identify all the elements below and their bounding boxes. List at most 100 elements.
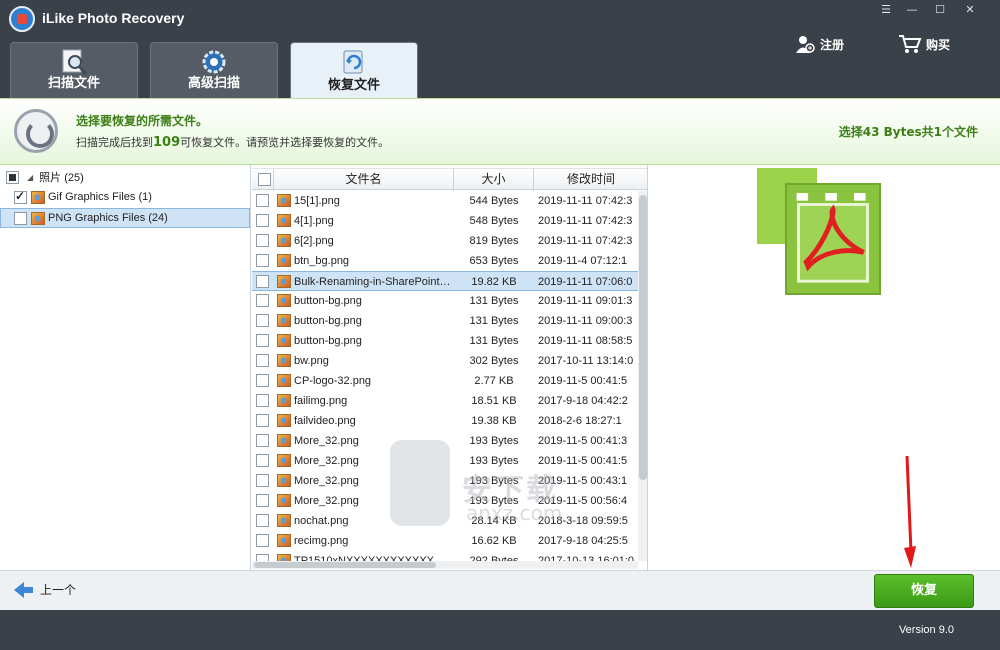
- row-checkbox[interactable]: [256, 534, 269, 547]
- file-name: 15[1].png: [294, 195, 340, 207]
- scroll-thumb[interactable]: [254, 562, 436, 568]
- header-select-all[interactable]: [252, 169, 274, 191]
- watermark-subtext: anxz.com: [466, 501, 563, 525]
- png-checkbox[interactable]: [14, 211, 27, 225]
- image-file-icon: [277, 354, 291, 367]
- table-row[interactable]: button-bg.png 131 Bytes 2019-11-11 09:01:3: [252, 291, 638, 311]
- table-row[interactable]: failimg.png 18.51 KB 2017-9-18 04:42:2: [252, 391, 638, 411]
- table-row[interactable]: bw.png 302 Bytes 2017-10-11 13:14:0: [252, 351, 638, 371]
- table-row[interactable]: failvideo.png 19.38 KB 2018-2-6 18:27:1: [252, 411, 638, 431]
- file-name: button-bg.png: [294, 315, 362, 327]
- column-modified[interactable]: 修改时间: [534, 169, 647, 191]
- table-row[interactable]: CP-logo-32.png 2.77 KB 2019-11-5 00:41:5: [252, 371, 638, 391]
- horizontal-scrollbar[interactable]: [252, 561, 638, 569]
- file-modified: 2017-10-11 13:14:0: [538, 355, 634, 367]
- tab-advanced-scan[interactable]: 高级扫描: [150, 42, 278, 98]
- row-checkbox[interactable]: [256, 294, 269, 307]
- select-all-checkbox[interactable]: [258, 173, 271, 186]
- table-row[interactable]: 15[1].png 544 Bytes 2019-11-11 07:42:3: [252, 191, 638, 211]
- info-banner: 选择要恢复的所需文件。 扫描完成后找到109可恢复文件。请预览并选择要恢复的文件…: [0, 98, 1000, 165]
- list-header: 文件名 大小 修改时间: [252, 168, 647, 191]
- image-file-icon: [277, 394, 291, 407]
- image-file-icon: [277, 334, 291, 347]
- root-checkbox[interactable]: [6, 170, 19, 184]
- file-name: failvideo.png: [294, 415, 356, 427]
- image-file-icon: [277, 534, 291, 547]
- file-size: 819 Bytes: [469, 235, 519, 247]
- status-bar: Version 9.0: [0, 610, 1000, 650]
- row-checkbox[interactable]: [256, 354, 269, 367]
- file-name: btn_bg.png: [294, 255, 350, 267]
- row-checkbox[interactable]: [256, 314, 269, 327]
- vertical-scrollbar[interactable]: [638, 191, 647, 561]
- version-label: Version 9.0: [898, 624, 954, 636]
- row-checkbox[interactable]: [256, 254, 269, 267]
- register-button[interactable]: 注册: [794, 33, 844, 55]
- file-name: CP-logo-32.png: [294, 375, 372, 387]
- banner-subtext: 扫描完成后找到109可恢复文件。请预览并选择要恢复的文件。: [76, 134, 389, 150]
- row-checkbox[interactable]: [256, 514, 269, 527]
- table-row[interactable]: Bulk-Renaming-in-SharePoint-... 19.82 KB 2…: [252, 271, 638, 291]
- tab-label: 高级扫描: [187, 76, 240, 91]
- pdf-preview-icon: [785, 183, 881, 295]
- file-size: 653 Bytes: [469, 255, 519, 267]
- buy-button[interactable]: 购买: [898, 33, 950, 55]
- file-modified: 2017-9-18 04:25:5: [538, 535, 628, 547]
- close-icon[interactable]: ✕: [960, 2, 980, 18]
- collapse-triangle-icon[interactable]: ◢: [27, 173, 33, 182]
- row-checkbox[interactable]: [256, 494, 269, 507]
- image-file-icon: [277, 254, 291, 267]
- column-name[interactable]: 文件名: [274, 169, 454, 191]
- table-row[interactable]: 4[1].png 548 Bytes 2019-11-11 07:42:3: [252, 211, 638, 231]
- table-row[interactable]: button-bg.png 131 Bytes 2019-11-11 08:58:5: [252, 331, 638, 351]
- file-size: 548 Bytes: [469, 215, 519, 227]
- gif-checkbox[interactable]: [14, 189, 27, 204]
- row-checkbox[interactable]: [256, 474, 269, 487]
- image-file-icon: [277, 454, 291, 467]
- tree-root-label: 照片 (25): [39, 172, 84, 184]
- scroll-thumb[interactable]: [639, 195, 647, 480]
- row-checkbox[interactable]: [256, 275, 269, 288]
- table-row[interactable]: button-bg.png 131 Bytes 2019-11-11 09:00:3: [252, 311, 638, 331]
- recover-icon: [343, 50, 363, 74]
- tree-root-photos[interactable]: ◢ 照片 (25): [0, 167, 250, 187]
- cart-icon: [899, 35, 922, 53]
- row-checkbox[interactable]: [256, 214, 269, 227]
- tree-item-png[interactable]: PNG Graphics Files (24): [0, 208, 250, 228]
- row-checkbox[interactable]: [256, 434, 269, 447]
- file-name: 6[2].png: [294, 235, 334, 247]
- file-size: 16.62 KB: [471, 535, 517, 547]
- back-button[interactable]: 上一个: [14, 581, 76, 598]
- table-row[interactable]: recimg.png 16.62 KB 2017-9-18 04:25:5: [252, 531, 638, 551]
- row-checkbox[interactable]: [256, 234, 269, 247]
- minimize-icon[interactable]: —: [902, 2, 922, 18]
- column-size[interactable]: 大小: [454, 169, 534, 191]
- row-checkbox[interactable]: [256, 454, 269, 467]
- file-modified: 2019-11-11 07:42:3: [538, 235, 633, 247]
- row-checkbox[interactable]: [256, 414, 269, 427]
- tab-scan-files[interactable]: 扫描文件: [10, 42, 138, 98]
- table-row[interactable]: btn_bg.png 653 Bytes 2019-11-4 07:12:1: [252, 251, 638, 271]
- file-modified: 2019-11-11 09:01:3: [538, 295, 633, 307]
- row-checkbox[interactable]: [256, 394, 269, 407]
- menu-icon[interactable]: ☰: [876, 2, 896, 18]
- row-checkbox[interactable]: [256, 194, 269, 207]
- banner-sub-suffix: 可恢复文件。请预览并选择要恢复的文件。: [180, 136, 390, 149]
- row-checkbox[interactable]: [256, 334, 269, 347]
- found-count: 109: [153, 135, 181, 150]
- file-name: failimg.png: [294, 395, 348, 407]
- maximize-icon[interactable]: ☐: [930, 2, 950, 18]
- file-modified: 2019-11-11 07:06:0: [538, 276, 633, 288]
- file-size: 18.51 KB: [471, 395, 517, 407]
- file-size: 2.77 KB: [474, 375, 514, 387]
- image-file-icon: [277, 294, 291, 307]
- file-modified: 2018-2-6 18:27:1: [538, 415, 622, 427]
- table-row[interactable]: 6[2].png 819 Bytes 2019-11-11 07:42:3: [252, 231, 638, 251]
- preview-pane: [649, 165, 1000, 570]
- row-checkbox[interactable]: [256, 374, 269, 387]
- file-size: 302 Bytes: [469, 355, 519, 367]
- recover-button[interactable]: 恢复: [874, 574, 974, 608]
- tab-recover-files[interactable]: 恢复文件: [290, 42, 418, 100]
- file-name: 4[1].png: [294, 215, 334, 227]
- tree-item-gif[interactable]: Gif Graphics Files (1): [0, 187, 250, 207]
